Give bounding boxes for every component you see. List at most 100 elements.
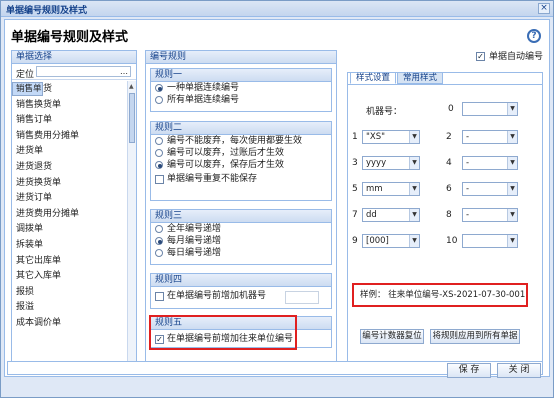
format-slot-select[interactable]: [000] ▼ <box>362 234 420 248</box>
reset-counter-button[interactable]: 编号计数器复位 <box>360 329 424 344</box>
format-slot-select[interactable]: yyyy ▼ <box>362 156 420 170</box>
rule3-option[interactable]: 全年编号递增 <box>151 224 331 235</box>
list-item[interactable]: 其它入库单 <box>12 269 128 285</box>
radio-button[interactable] <box>155 161 163 169</box>
chevron-down-icon[interactable]: ▼ <box>409 209 419 221</box>
list-item[interactable]: 成本调价单 <box>12 316 128 332</box>
format-slot-select[interactable]: mm ▼ <box>362 182 420 196</box>
list-item[interactable]: 进货换货单 <box>12 176 128 192</box>
rule2-option[interactable]: 编号不能废弃，每次使用都要生效 <box>151 136 331 147</box>
window-title: 单据编号规则及样式 <box>6 6 88 16</box>
document-list-scrollbar[interactable]: ▲ <box>127 81 136 367</box>
list-item[interactable]: 报溢 <box>12 300 128 316</box>
radio-button[interactable] <box>155 237 163 245</box>
rule-one-options: 一种单据连续编号 所有单据连续编号 <box>151 83 331 106</box>
rule1-option[interactable]: 所有单据连续编号 <box>151 95 331 106</box>
select-value: yyyy <box>366 158 387 168</box>
list-item[interactable]: 销售单 <box>12 82 43 96</box>
list-item[interactable]: 报损 <box>12 285 128 301</box>
rule-one-group: 规则一 一种单据连续编号 所有单据连续编号 <box>150 68 332 112</box>
rule2-option[interactable]: 编号可以废弃，过账后才生效 <box>151 148 331 159</box>
machine-number-select[interactable]: ▼ <box>462 102 518 116</box>
radio-button[interactable] <box>155 137 163 145</box>
chevron-down-icon[interactable]: ▼ <box>409 157 419 169</box>
list-item[interactable]: 进货单 <box>12 144 128 160</box>
auto-number-checkbox[interactable]: ✓ <box>475 52 485 61</box>
help-icon[interactable]: ? <box>527 29 541 43</box>
page-title: 单据编号规则及样式 <box>11 30 129 45</box>
style-settings-content: 机器号： 0 ▼ 1 "XS" ▼ 2- ▼ 3 yyyy ▼ 4- ▼ 5 mm ▼ 6- ▼ 7 dd ▼ 8- ▼… <box>348 84 542 363</box>
rule3-option[interactable]: 每日编号递增 <box>151 248 331 259</box>
tab-common-styles[interactable]: 常用样式 <box>397 72 444 84</box>
list-item[interactable]: 销售费用分摊单 <box>12 129 128 145</box>
chevron-down-icon[interactable]: ▼ <box>409 183 419 195</box>
slot-number: 3 <box>352 158 358 168</box>
radio-button[interactable] <box>155 249 163 257</box>
no-duplicate-checkbox[interactable] <box>155 175 164 184</box>
chevron-down-icon[interactable]: ▼ <box>507 235 517 247</box>
rule-three-title: 规则三 <box>151 210 331 223</box>
option-label: 编号不能废弃，每次使用都要生效 <box>167 136 303 146</box>
auto-number-checkbox-row[interactable]: ✓ 单据自动编号 <box>475 52 543 63</box>
list-item[interactable]: 进货订单 <box>12 191 128 207</box>
dialog-window: 单据编号规则及样式 × 单据编号规则及样式 ? 单据选择 定位 … 销售单销售退… <box>0 0 554 398</box>
list-item[interactable]: 拆装单 <box>12 238 128 254</box>
apply-all-button[interactable]: 将规则应用到所有单据 <box>430 329 520 344</box>
document-select-panel: 单据选择 定位 … 销售单销售退货销售换货单销售订单销售费用分摊单进货单进货退货… <box>11 50 137 368</box>
rule-two-title: 规则二 <box>151 122 331 135</box>
chevron-down-icon[interactable]: ▼ <box>409 235 419 247</box>
list-item[interactable]: 调拨单 <box>12 222 128 238</box>
save-button[interactable]: 保 存 <box>447 363 491 378</box>
slot-number: 10 <box>446 236 458 246</box>
machine-prefix-label: 在单据编号前增加机器号 <box>167 291 267 301</box>
sample-number: 样例： 往来单位编号-XS-2021-07-30-001 <box>352 283 528 307</box>
slot-number: 6 <box>446 184 452 194</box>
chevron-down-icon[interactable]: ▼ <box>507 157 517 169</box>
chevron-down-icon[interactable]: ▼ <box>409 131 419 143</box>
radio-button[interactable] <box>155 225 163 233</box>
rule2-option[interactable]: 编号可以废弃，保存后才生效 <box>151 160 331 171</box>
list-item[interactable]: 其它出库单 <box>12 254 128 270</box>
slot-number: 8 <box>446 210 452 220</box>
machine-prefix-input[interactable] <box>285 291 319 304</box>
list-item[interactable]: 进货费用分摊单 <box>12 207 128 223</box>
format-slot-select[interactable]: "XS" ▼ <box>362 130 420 144</box>
scrollbar-thumb[interactable] <box>129 93 135 143</box>
radio-button[interactable] <box>155 96 163 104</box>
option-label: 编号可以废弃，保存后才生效 <box>167 160 285 170</box>
select-value: dd <box>366 210 377 220</box>
option-label: 编号可以废弃，过账后才生效 <box>167 148 285 158</box>
no-duplicate-checkbox-row[interactable]: 单据编号重复不能保存 <box>151 174 331 185</box>
format-slot-select[interactable]: - ▼ <box>462 182 518 196</box>
select-value: - <box>466 210 470 220</box>
radio-button[interactable] <box>155 84 163 92</box>
list-item[interactable]: 销售订单 <box>12 113 128 129</box>
rule-four-group: 规则四 在单据编号前增加机器号 <box>150 273 332 309</box>
chevron-down-icon[interactable]: ▼ <box>507 209 517 221</box>
style-tabs: 样式设置 常用样式 机器号： 0 ▼ 1 "XS" ▼ 2- ▼ 3 yyyy ▼ 4- ▼ 5 mm ▼… <box>347 72 543 364</box>
chevron-down-icon[interactable]: ▼ <box>507 183 517 195</box>
format-slot-select[interactable]: ▼ <box>462 234 518 248</box>
tab-strip: 样式设置 常用样式 <box>350 72 444 84</box>
format-slot-select[interactable]: - ▼ <box>462 208 518 222</box>
rule-four-title: 规则四 <box>151 274 331 287</box>
slot-number: 9 <box>352 236 358 246</box>
rule1-option[interactable]: 一种单据连续编号 <box>151 83 331 94</box>
format-slot-select[interactable]: dd ▼ <box>362 208 420 222</box>
list-item[interactable]: 进货退货 <box>12 160 128 176</box>
machine-prefix-checkbox[interactable] <box>155 292 164 301</box>
select-value: [000] <box>366 236 389 246</box>
format-slot-select[interactable]: - ▼ <box>462 130 518 144</box>
locate-input[interactable]: … <box>36 66 131 77</box>
format-slot-select[interactable]: - ▼ <box>462 156 518 170</box>
scroll-up-icon[interactable]: ▲ <box>129 83 134 90</box>
close-button[interactable]: 关 闭 <box>497 363 541 378</box>
list-item[interactable]: 销售换货单 <box>12 98 128 114</box>
chevron-down-icon[interactable]: ▼ <box>507 103 517 115</box>
rule3-option[interactable]: 每月编号递增 <box>151 236 331 247</box>
tab-style-settings[interactable]: 样式设置 <box>350 72 397 84</box>
close-icon[interactable]: × <box>538 3 550 14</box>
machine-prefix-checkbox-row[interactable]: 在单据编号前增加机器号 <box>151 291 331 304</box>
radio-button[interactable] <box>155 149 163 157</box>
chevron-down-icon[interactable]: ▼ <box>507 131 517 143</box>
